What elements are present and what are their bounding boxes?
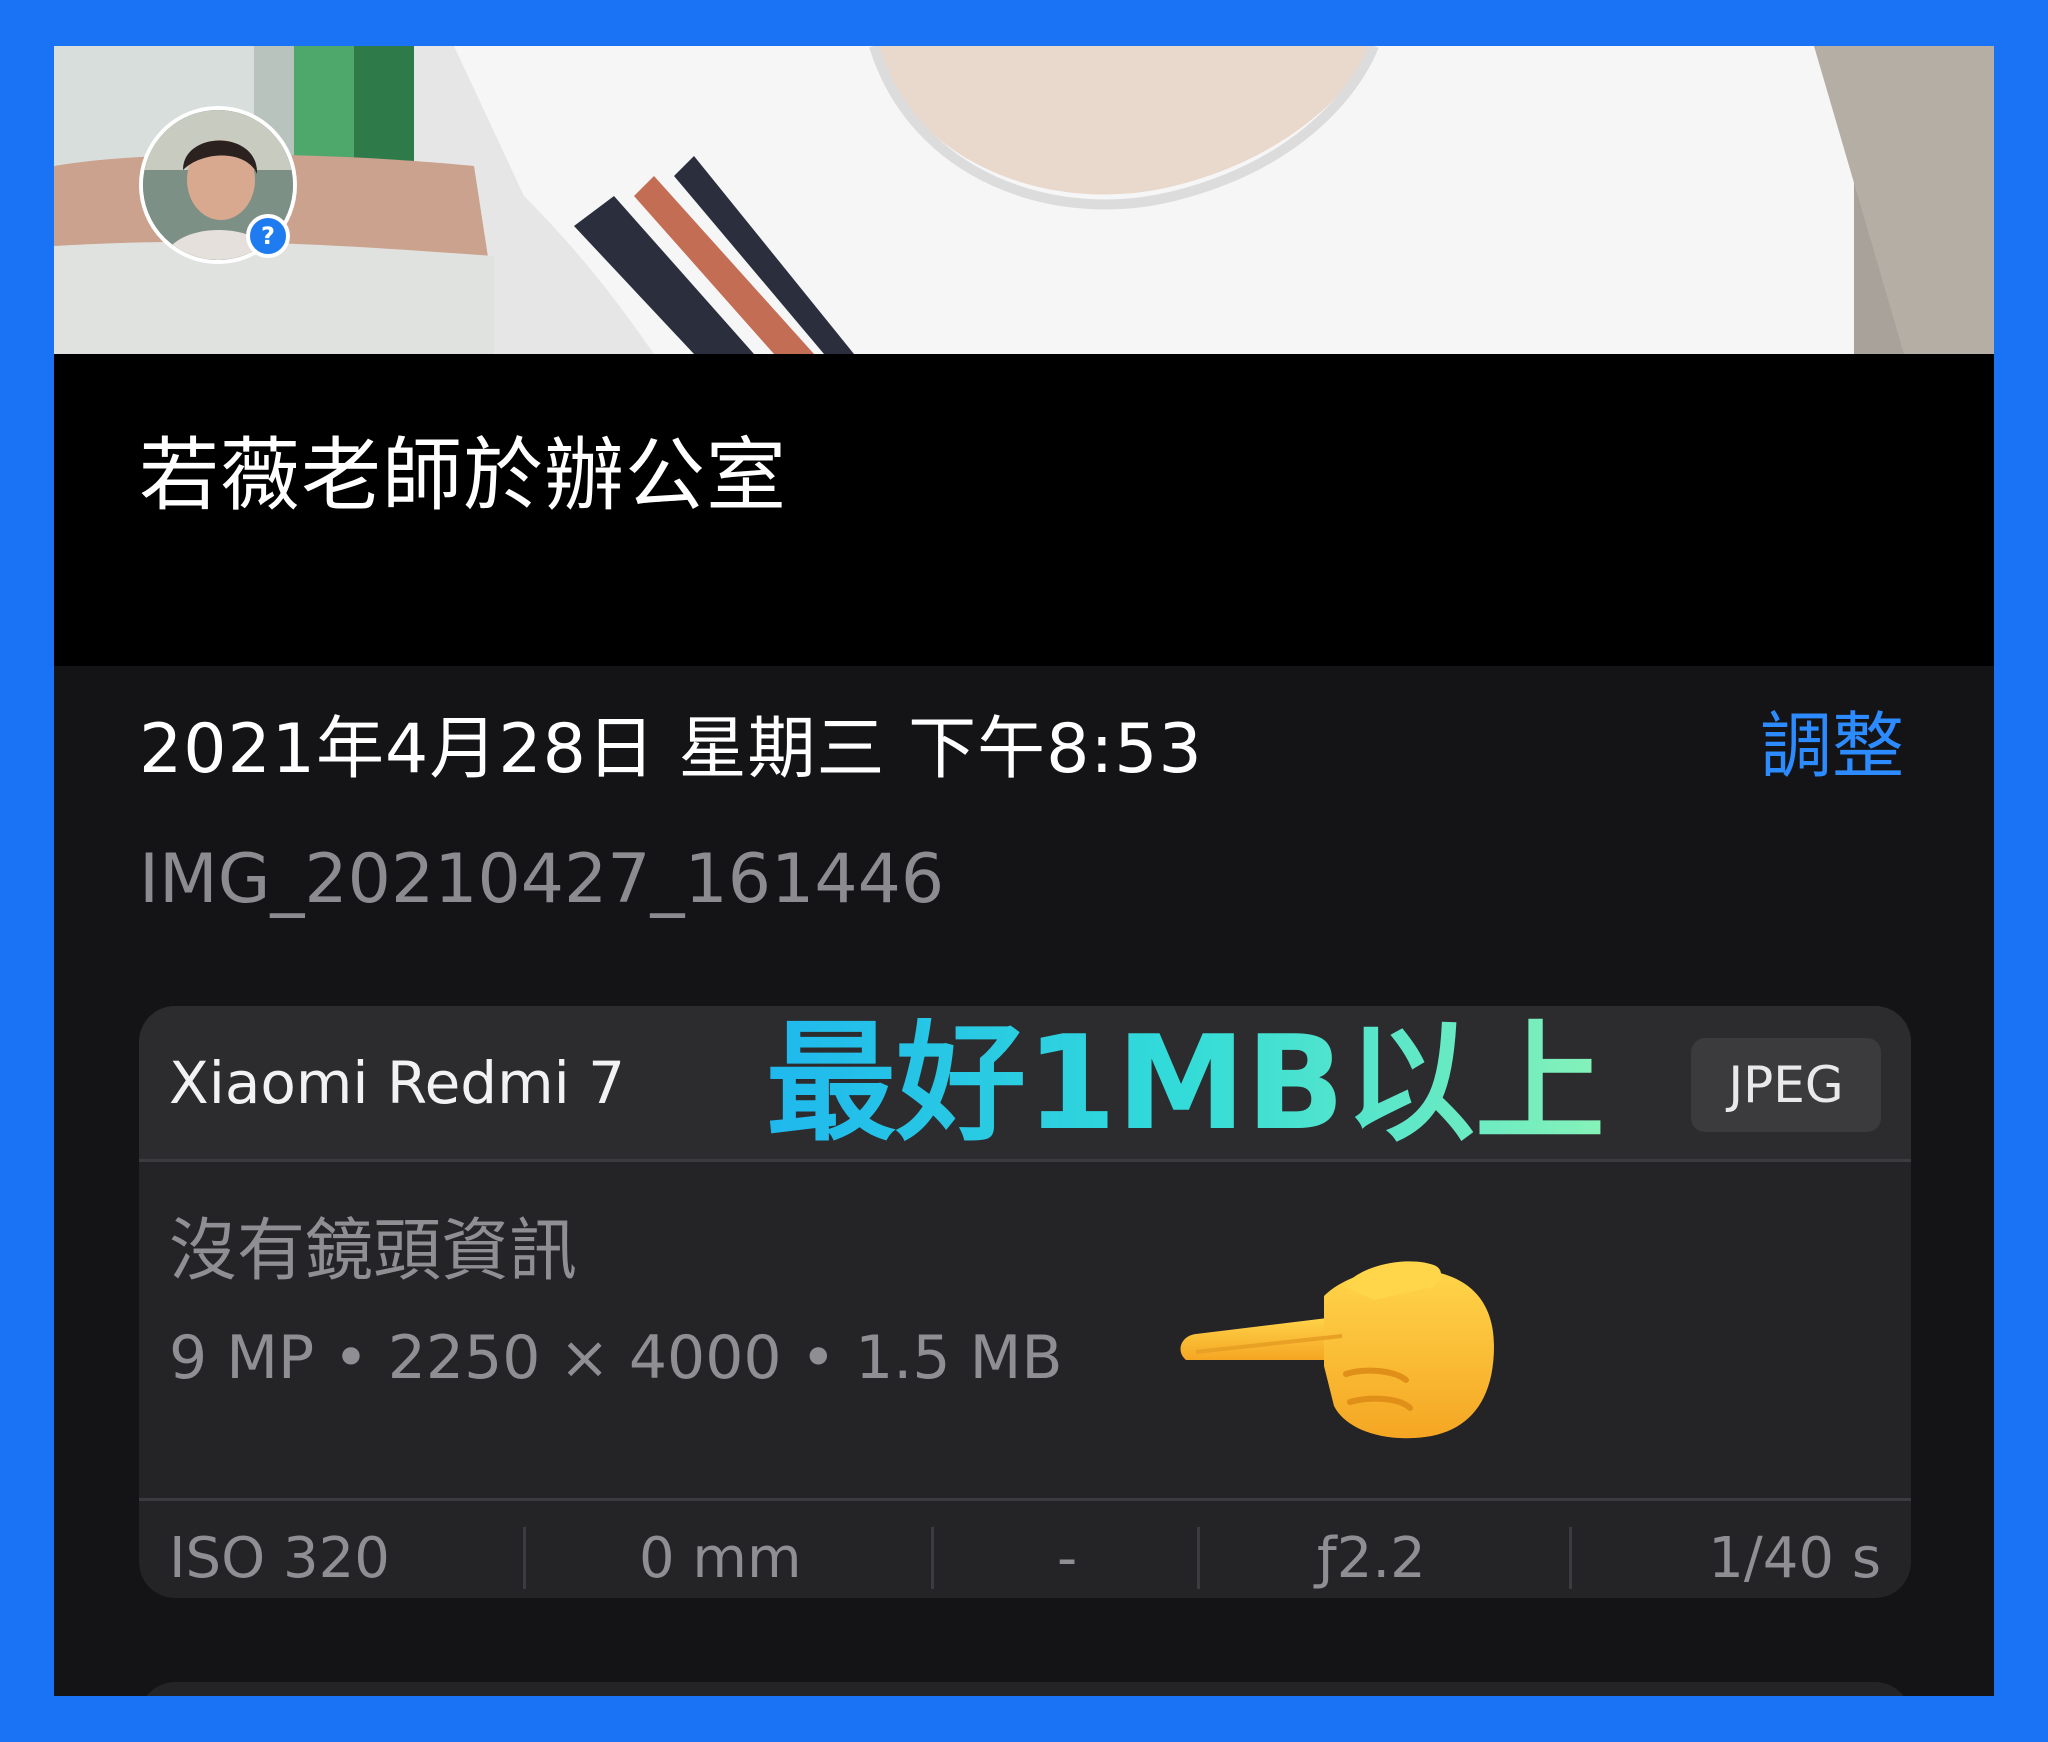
photo-datetime: 2021年4月28日 星期三 下午8:53 [139, 710, 1203, 789]
exif-aperture: ƒ2.2 [1317, 1526, 1426, 1591]
adjust-button[interactable]: 調整 [1760, 710, 1904, 782]
format-badge: JPEG [1691, 1038, 1881, 1132]
photo-preview[interactable]: ? [54, 46, 1994, 354]
photo-caption[interactable]: 若薇老師於辦公室 [139, 436, 787, 516]
exif-iso: ISO 320 [169, 1526, 390, 1591]
device-name: Xiaomi Redmi 7 [169, 1049, 626, 1117]
annotation-text: 最好1MB以上 [766, 1007, 1605, 1159]
caption-bar: 若薇老師於辦公室 [54, 354, 1994, 666]
exif-separator [523, 1527, 526, 1589]
pointing-hand-icon [1174, 1256, 1504, 1450]
question-icon[interactable]: ? [246, 214, 290, 258]
exif-separator [1197, 1527, 1200, 1589]
exif-separator [1569, 1527, 1572, 1589]
photo-info-screen: ? 若薇老師於辦公室 2021年4月28日 星期三 下午8:53 調整 IMG_… [54, 46, 1994, 1696]
next-card [139, 1682, 1911, 1696]
photo-filename: IMG_20210427_161446 [139, 840, 945, 919]
exif-separator [931, 1527, 934, 1589]
photo-image [54, 46, 1994, 354]
exif-exposure-bias: - [1057, 1526, 1078, 1591]
exif-shutter: 1/40 s [1708, 1526, 1881, 1591]
lens-info: 沒有鏡頭資訊 [169, 1212, 578, 1291]
exif-row: ISO 320 0 mm - ƒ2.2 1/40 s [139, 1501, 1911, 1598]
exif-focal-length: 0 mm [639, 1526, 802, 1591]
image-specs: 9 MP • 2250 × 4000 • 1.5 MB [169, 1323, 1063, 1393]
